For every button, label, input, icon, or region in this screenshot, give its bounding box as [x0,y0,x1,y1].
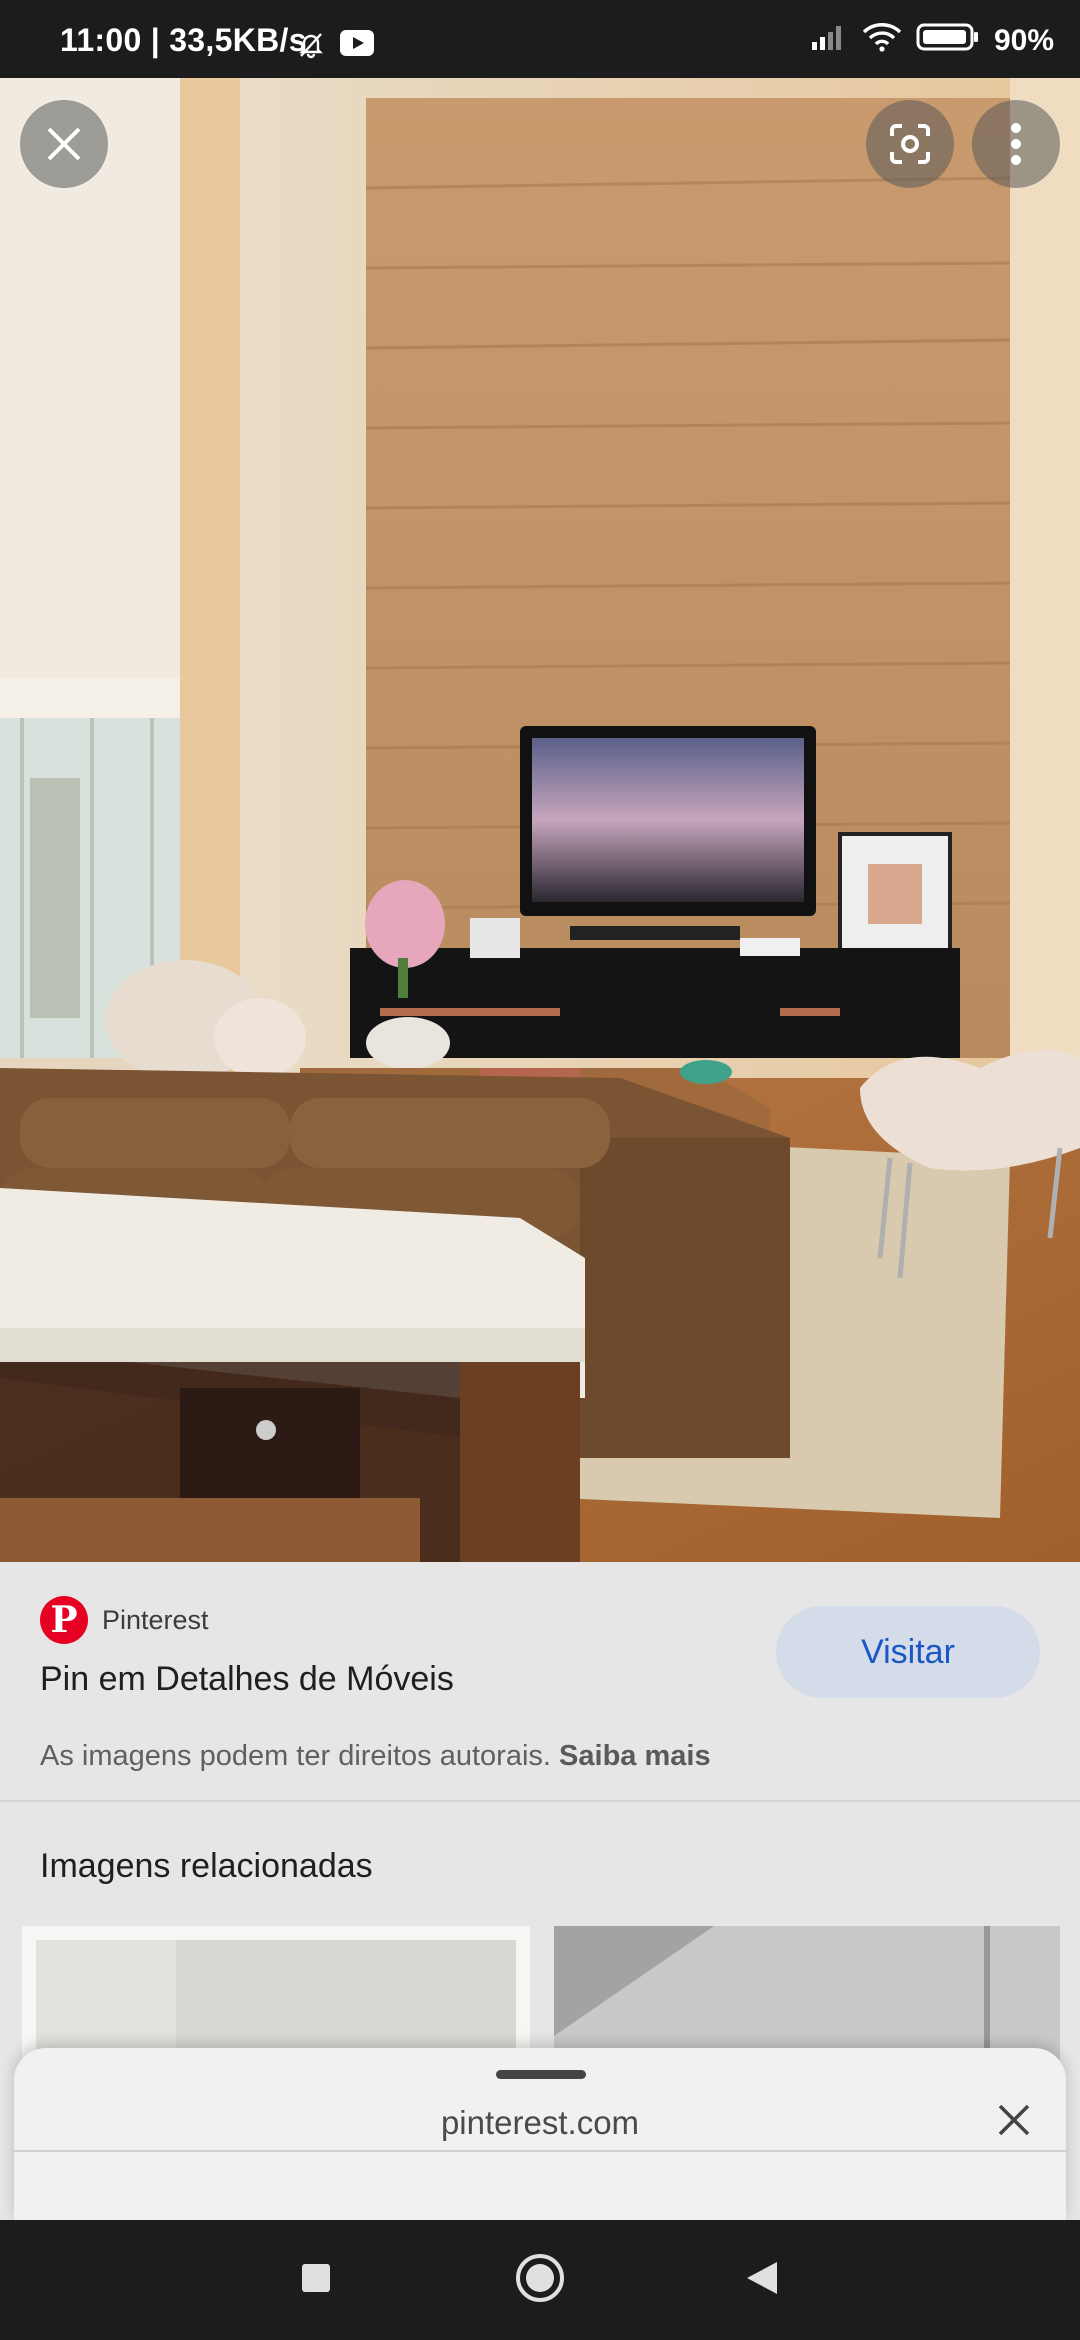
more-vert-icon [1009,122,1023,166]
learn-more-link[interactable]: Saiba mais [559,1740,711,1772]
site-preview-sheet[interactable]: pinterest.com [14,2048,1066,2220]
close-viewer-button[interactable] [20,100,108,188]
back-triangle-icon [745,2260,779,2301]
copyright-notice: As imagens podem ter direitos autorais. … [40,1740,711,1773]
battery-icon [916,22,980,60]
result-info-panel: P Pinterest Pin em Detalhes de Móveis Vi… [0,1562,1080,1802]
navigation-bar [0,2220,1080,2340]
visit-button[interactable]: Visitar [776,1606,1040,1698]
copyright-text: As imagens podem ter direitos autorais. [40,1740,551,1772]
close-icon [45,125,83,163]
wifi-icon [862,22,902,60]
close-sheet-button[interactable] [984,2092,1044,2152]
image-viewer[interactable] [0,78,1080,1562]
divider [0,1800,1080,1802]
youtube-icon [340,30,374,56]
status-bar: 11:00 | 33,5KB/s 90% [0,0,1080,78]
status-time-speed: 11:00 | 33,5KB/s [60,22,307,58]
sheet-separator [14,2150,1066,2152]
drag-handle[interactable] [496,2070,586,2079]
source-row[interactable]: P Pinterest [40,1596,209,1644]
more-options-button[interactable] [972,100,1060,188]
related-images-heading: Imagens relacionadas [40,1847,373,1885]
pinterest-logo-icon: P [40,1596,88,1644]
result-title[interactable]: Pin em Detalhes de Móveis [40,1660,454,1699]
home-button[interactable] [510,2250,570,2310]
square-icon [301,2263,331,2298]
sheet-url: pinterest.com [440,2104,640,2141]
recents-button[interactable] [286,2250,346,2310]
living-room-photo [0,78,1080,1562]
battery-percent: 90% [993,24,1054,57]
mute-bell-icon [296,30,326,65]
home-circle-icon [514,2252,566,2309]
source-name: Pinterest [102,1604,209,1635]
close-icon [997,2103,1031,2142]
lens-icon [886,120,934,168]
lens-button[interactable] [866,100,954,188]
back-button[interactable] [732,2250,792,2310]
signal-icon [810,22,848,60]
